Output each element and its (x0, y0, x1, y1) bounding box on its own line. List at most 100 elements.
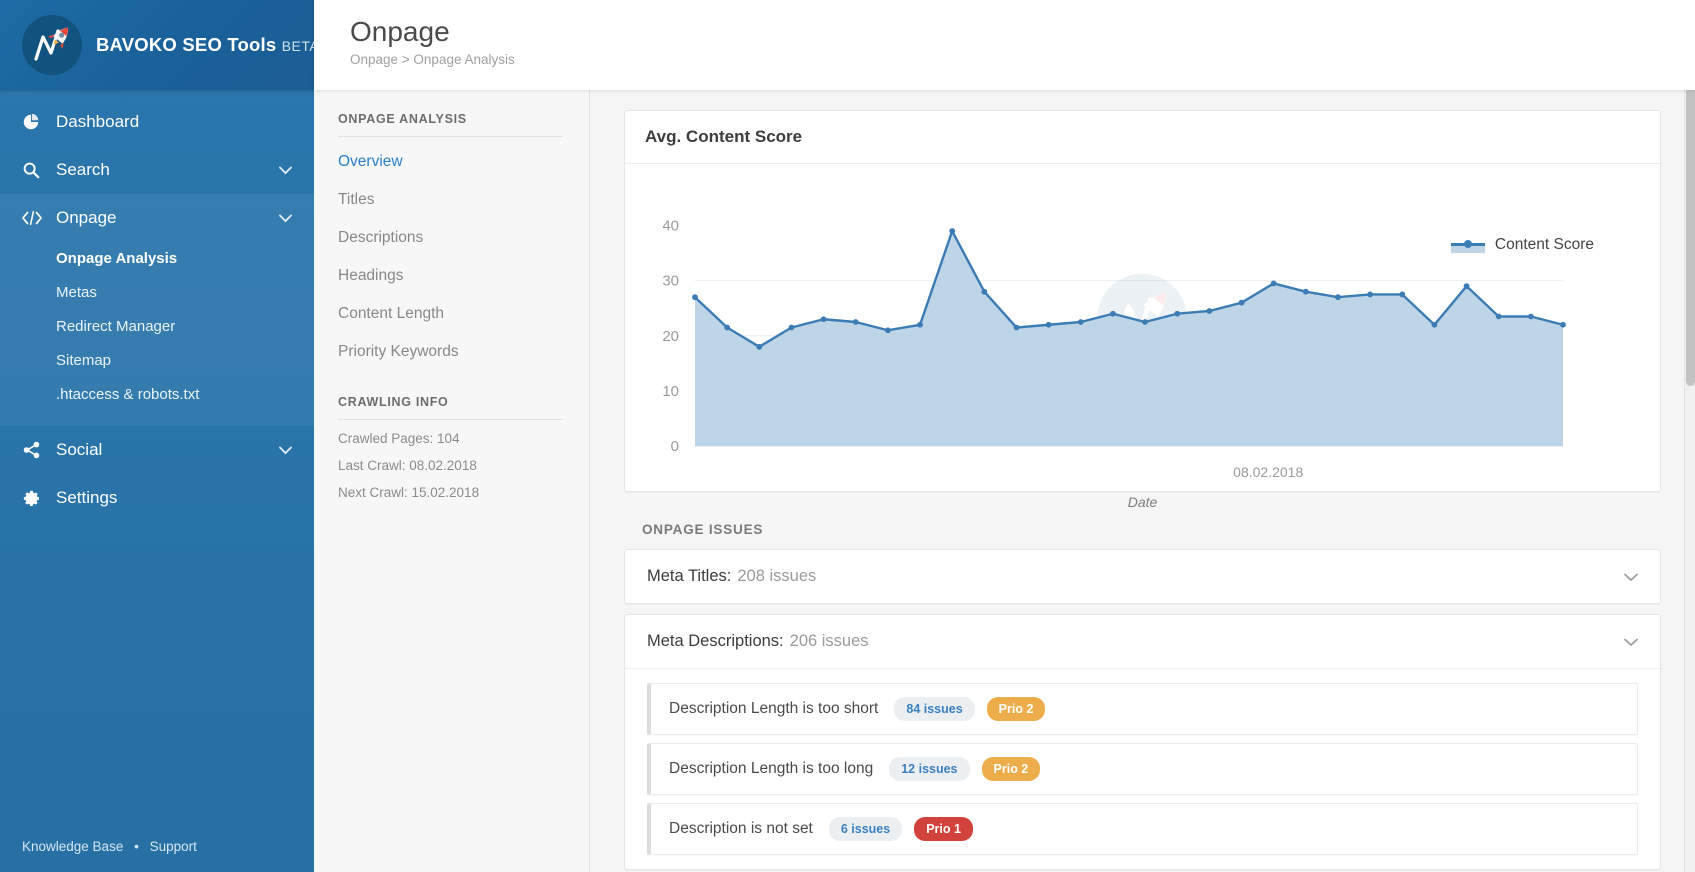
onpage-submenu: Onpage Analysis Metas Redirect Manager S… (0, 242, 314, 426)
issue-name: Description Length is too short (669, 700, 879, 717)
chart-data-point (852, 319, 859, 325)
chevron-down-icon[interactable] (1624, 634, 1638, 650)
footer-separator: • (134, 839, 139, 854)
sidebar-item-dashboard[interactable]: Dashboard (0, 98, 314, 146)
subnav-descriptions[interactable]: Descriptions (338, 219, 563, 257)
issue-row[interactable]: Description Length is too short 84 issue… (647, 683, 1638, 735)
y-axis-tick-label: 0 (671, 438, 679, 455)
chart-legend[interactable]: Content Score (1450, 236, 1594, 254)
sidebar-item-sitemap[interactable]: Sitemap (0, 344, 314, 378)
brand-title: BAVOKO SEO Tools BETA (96, 34, 319, 56)
issue-count-badge: 12 issues (889, 757, 970, 781)
rocket-logo-icon (22, 15, 82, 75)
chart-data-point (1013, 324, 1020, 331)
subpanel-heading-analysis: ONPAGE ANALYSIS (338, 112, 563, 137)
secondary-nav-panel: ONPAGE ANALYSIS Overview Titles Descript… (314, 90, 590, 872)
chart-data-point (1527, 313, 1534, 320)
chart-data-point (1206, 308, 1213, 314)
sidebar-item-redirect-manager[interactable]: Redirect Manager (0, 310, 314, 344)
breadcrumb: Onpage > Onpage Analysis (350, 52, 515, 67)
chart-data-point (1335, 294, 1341, 301)
body-split: ONPAGE ANALYSIS Overview Titles Descript… (314, 90, 1695, 872)
issue-group-header[interactable]: Meta Titles: 208 issues (625, 550, 1660, 603)
chart-title: Avg. Content Score (625, 111, 1660, 164)
x-axis-title: Date (1127, 494, 1158, 510)
subnav-content-length[interactable]: Content Length (338, 295, 563, 333)
app-root: BAVOKO SEO Tools BETA Dashboard Search O… (0, 0, 1695, 872)
chart-data-point (1399, 291, 1406, 298)
sidebar-item-search[interactable]: Search (0, 146, 314, 194)
chart-data-point (788, 324, 795, 331)
issue-priority-badge: Prio 2 (986, 697, 1046, 721)
sidebar-item-label: Settings (56, 488, 118, 507)
y-axis-tick-label: 10 (662, 383, 679, 400)
chart-data-point (917, 321, 923, 328)
chart-data-point (1270, 280, 1277, 287)
chart-data-point (1302, 288, 1309, 295)
sidebar-item-metas[interactable]: Metas (0, 276, 314, 310)
subnav-headings[interactable]: Headings (338, 257, 563, 295)
chart-data-point (692, 294, 698, 301)
chart-data-point (1463, 283, 1470, 290)
issue-group-meta-descriptions: Meta Descriptions: 206 issues Descriptio… (624, 614, 1661, 870)
sidebar-item-htaccess-robots[interactable]: .htaccess & robots.txt (0, 378, 314, 412)
knowledge-base-link[interactable]: Knowledge Base (22, 839, 123, 854)
subpanel-heading-crawling: CRAWLING INFO (338, 395, 563, 420)
chart-data-point (1142, 319, 1148, 325)
chart-data-point (1367, 291, 1374, 298)
chart-data-point (820, 316, 827, 323)
issue-row[interactable]: Description Length is too long 12 issues… (647, 743, 1638, 795)
chart-data-point (1560, 321, 1566, 328)
sidebar-item-label: Social (56, 440, 103, 459)
scrollbar-thumb[interactable] (1686, 86, 1695, 386)
search-icon (22, 161, 48, 179)
chart-data-point (1045, 321, 1052, 328)
sidebar-item-label: Dashboard (56, 112, 140, 131)
main-column: Onpage Onpage > Onpage Analysis ONPAGE A… (314, 0, 1695, 872)
issue-row[interactable]: Description is not set 6 issues Prio 1 (647, 803, 1638, 855)
x-axis-tick-label: 08.02.2018 (1233, 464, 1304, 480)
issue-name: Description is not set (669, 820, 813, 837)
subnav-titles[interactable]: Titles (338, 181, 563, 219)
chevron-down-icon (279, 443, 292, 458)
brand-header[interactable]: BAVOKO SEO Tools BETA (0, 0, 319, 90)
primary-sidebar: BAVOKO SEO Tools BETA Dashboard Search O… (0, 0, 319, 872)
sidebar-item-settings[interactable]: Settings (0, 474, 314, 522)
last-crawl-info: Last Crawl: 08.02.2018 (338, 457, 477, 473)
code-icon (22, 210, 48, 226)
chart-data-point (1495, 313, 1502, 320)
issue-group-count: 206 issues (789, 632, 869, 650)
pie-chart-icon (22, 113, 48, 131)
share-icon (22, 441, 48, 459)
subnav-overview[interactable]: Overview (338, 143, 563, 181)
issue-group-body: Description Length is too short 84 issue… (625, 668, 1660, 869)
chart-data-point (884, 327, 891, 334)
chart-body: Content Score 0 10 20 30 40 08.02.2018 Date (625, 164, 1660, 510)
issue-group-name: Meta Descriptions: (647, 632, 784, 650)
subnav-priority-keywords[interactable]: Priority Keywords (338, 333, 563, 371)
issue-priority-badge: Prio 1 (914, 817, 973, 841)
issue-group-name: Meta Titles: (647, 567, 732, 585)
chart-data-point (1110, 310, 1116, 317)
issue-priority-badge: Prio 2 (981, 757, 1041, 781)
page-title: Onpage (350, 16, 450, 47)
support-link[interactable]: Support (150, 839, 197, 854)
chevron-down-icon (279, 163, 292, 178)
sidebar-item-onpage[interactable]: Onpage (0, 194, 314, 242)
y-axis-tick-label: 40 (662, 218, 679, 235)
chart-data-point (1174, 310, 1181, 317)
onpage-issues-label: ONPAGE ISSUES (642, 522, 764, 537)
content-score-chart-card: Avg. Content Score Content Score 0 10 20 30… (624, 110, 1661, 510)
sidebar-item-onpage-analysis[interactable]: Onpage Analysis (0, 242, 314, 276)
chart-data-point (756, 343, 763, 350)
chevron-down-icon[interactable] (1624, 569, 1638, 585)
sidebar-item-label: Onpage (56, 208, 117, 227)
sidebar-footer: Knowledge Base • Support (0, 839, 314, 872)
issue-name: Description Length is too long (669, 760, 874, 777)
chart-area-fill (695, 231, 1563, 446)
issue-group-header[interactable]: Meta Descriptions: 206 issues (625, 615, 1660, 668)
sidebar-item-social[interactable]: Social (0, 426, 314, 474)
chart-data-point (724, 324, 731, 331)
content-score-area-chart: 0 10 20 30 40 (662, 218, 1566, 455)
page-scrollbar[interactable] (1684, 0, 1695, 872)
